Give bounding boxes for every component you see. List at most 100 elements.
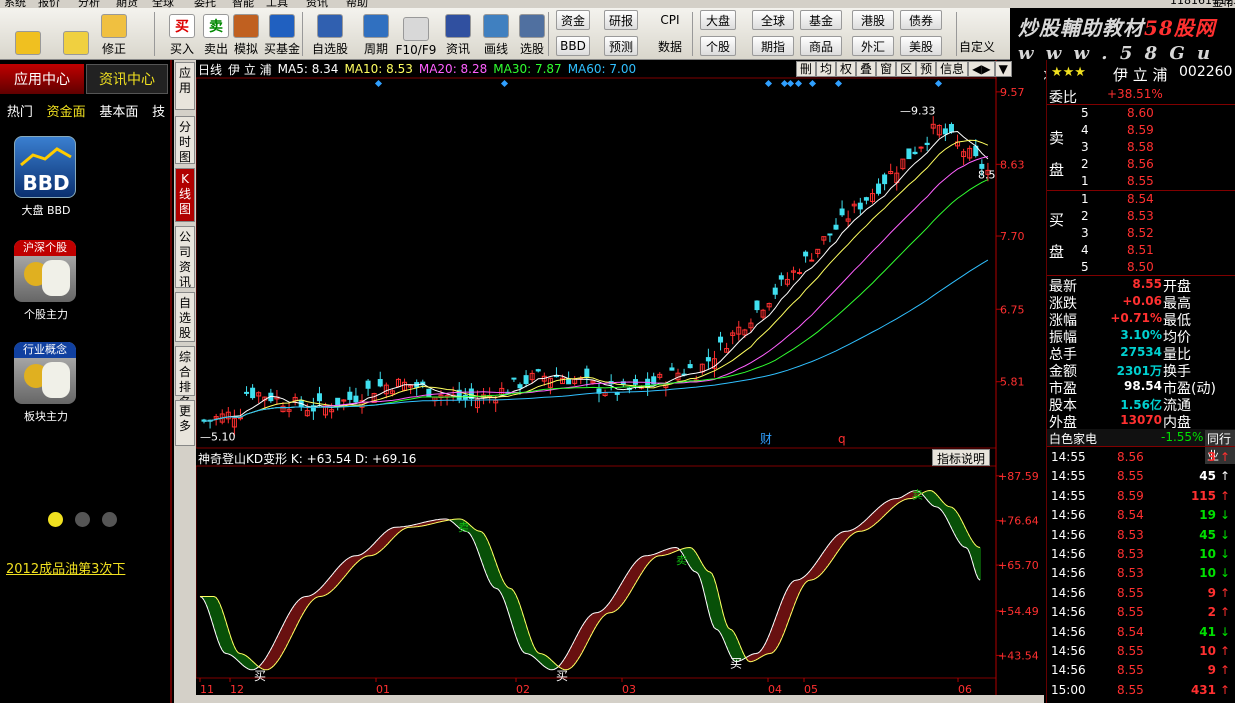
subtab-hot[interactable]: 热门 bbox=[7, 101, 33, 120]
menu-item[interactable]: 帮助 bbox=[346, 0, 368, 8]
menu-item[interactable]: 期货 bbox=[116, 0, 138, 8]
subtab-capital[interactable]: 资金面 bbox=[47, 101, 86, 120]
candle-body bbox=[566, 378, 572, 385]
pen-button[interactable]: 画线 bbox=[478, 8, 514, 60]
candle-body bbox=[906, 148, 912, 160]
ma20-label: MA20: 8.28 bbox=[418, 62, 488, 76]
menu-item[interactable]: 系统 bbox=[4, 0, 26, 8]
chart-area[interactable]: 9.57 8.63 7.70 6.75 5.81 —9.33 —5.10 8.5 财 q +87.5… bbox=[196, 60, 1044, 703]
toolbar-btn-13[interactable]: 外汇 bbox=[852, 36, 894, 56]
toolbar-btn-1[interactable]: 研报 bbox=[604, 10, 638, 30]
menu-item[interactable]: 委托 bbox=[194, 0, 216, 8]
toolbar-btn-10[interactable]: 个股 bbox=[700, 36, 736, 56]
toolbar-btn-8[interactable]: 港股 bbox=[852, 10, 894, 30]
menu-item[interactable]: 报价 bbox=[38, 0, 60, 8]
kline-tool-2[interactable]: 权 bbox=[836, 61, 857, 77]
ma60-label: MA60: 7.00 bbox=[567, 62, 637, 76]
sector-main-app[interactable]: 行业概念 板块主力 bbox=[14, 342, 78, 424]
toolbar-btn-14[interactable]: 美股 bbox=[900, 36, 942, 56]
tick-row: 14:56 8.53 10 ↓ bbox=[1047, 546, 1235, 563]
indicator-help-button[interactable]: 指标说明 bbox=[932, 449, 991, 466]
candle-body bbox=[833, 224, 839, 230]
tick-price: 8.53 bbox=[1117, 566, 1144, 581]
candle-body bbox=[754, 300, 760, 311]
last-price-label: 8.5 bbox=[978, 168, 996, 181]
tick-row: 14:55 8.59 115 ↑ bbox=[1047, 488, 1235, 505]
clock-button[interactable]: 周期 bbox=[358, 8, 394, 60]
refresh-button[interactable]: 修正 bbox=[96, 8, 132, 60]
carousel-dots[interactable] bbox=[48, 512, 117, 527]
toolbar-btn-5[interactable]: 大盘 bbox=[700, 10, 736, 30]
d-line bbox=[200, 489, 981, 671]
news-button[interactable]: 资讯 bbox=[440, 8, 476, 60]
vtab-0[interactable]: 应用 bbox=[175, 62, 195, 110]
tick-row: 14:55 8.55 45 ↑ bbox=[1047, 468, 1235, 485]
kline-tool-6[interactable]: 预 bbox=[916, 61, 937, 77]
back-arrow-button[interactable] bbox=[56, 8, 96, 60]
menu-item[interactable]: 金币 bbox=[1212, 0, 1234, 8]
hammer-button[interactable]: 模拟 bbox=[228, 8, 264, 60]
toolbar-btn-9[interactable]: 债券 bbox=[900, 10, 942, 30]
toolbar-label: 画线 bbox=[483, 42, 508, 56]
xue-button[interactable] bbox=[8, 8, 48, 60]
bottom-tabs[interactable] bbox=[196, 695, 1044, 703]
stock-main-app[interactable]: 沪深个股 个股主力 bbox=[14, 240, 78, 322]
kline-tool-0[interactable]: 刪 bbox=[796, 61, 817, 77]
vtab-6[interactable]: 更多 bbox=[175, 400, 195, 446]
buy-button[interactable]: 买买入 bbox=[164, 8, 200, 60]
sector-row[interactable]: 白色家电 -1.55% 同行业 bbox=[1047, 429, 1235, 464]
vtab-2[interactable]: K线图 bbox=[175, 168, 195, 222]
tick-row: 15:00 8.55 431 ↑ bbox=[1047, 682, 1235, 699]
candle-body bbox=[948, 124, 954, 133]
kline-tool-4[interactable]: 窗 bbox=[876, 61, 897, 77]
tab-info-center[interactable]: 资讯中心 bbox=[86, 64, 168, 94]
kline-tool-8[interactable]: ◀▶ bbox=[968, 61, 995, 77]
menu-item[interactable]: 资讯 bbox=[306, 0, 328, 8]
ask-level: 1 bbox=[1081, 174, 1089, 188]
vtab-4[interactable]: 自选股 bbox=[175, 292, 195, 342]
toolbar-btn-11[interactable]: 期指 bbox=[752, 36, 794, 56]
select-button[interactable]: 选股 bbox=[514, 8, 550, 60]
toolbar-btn-6[interactable]: 全球 bbox=[752, 10, 794, 30]
news-link[interactable]: 2012成品油第3次下 bbox=[6, 558, 125, 577]
fund-button[interactable]: 买基金 bbox=[264, 8, 300, 60]
menu-item[interactable]: 智能 bbox=[232, 0, 254, 8]
ask-level: 5 bbox=[1081, 106, 1089, 120]
kline-tool-3[interactable]: 叠 bbox=[856, 61, 877, 77]
ask-row: 3 8.58 bbox=[1047, 139, 1235, 156]
tick-time: 14:56 bbox=[1051, 585, 1086, 600]
star-folder-button[interactable]: 自选股 bbox=[312, 8, 348, 60]
candle-body bbox=[687, 364, 693, 369]
toolbar-label: 周期 bbox=[363, 42, 388, 56]
subtab-fundamental[interactable]: 基本面 bbox=[99, 101, 138, 120]
bbd-app[interactable]: BBD 大盘 BBD bbox=[14, 136, 78, 218]
kline-tool-5[interactable]: 区 bbox=[896, 61, 917, 77]
toolbar-btn-15[interactable]: 自定义 bbox=[958, 36, 996, 56]
menu-item[interactable]: 工具 bbox=[266, 0, 288, 8]
toolbar-btn-0[interactable]: 资金 bbox=[556, 10, 590, 30]
menu-item[interactable]: 分析 bbox=[78, 0, 100, 8]
toolbar-btn-7[interactable]: 基金 bbox=[800, 10, 842, 30]
toolbar-btn-4[interactable]: 数据 bbox=[652, 36, 688, 56]
toolbar-btn-12[interactable]: 商品 bbox=[800, 36, 842, 56]
menu-item[interactable]: 全球 bbox=[152, 0, 174, 8]
subtab-technical[interactable]: 技 bbox=[152, 101, 165, 120]
kline-tool-7[interactable]: 信息 bbox=[936, 61, 969, 77]
money-bag-icon: 行业概念 bbox=[14, 342, 76, 404]
doc-button[interactable]: F10/F9 bbox=[396, 8, 436, 60]
kline-tool-1[interactable]: 均 bbox=[816, 61, 837, 77]
toolbar-btn-3[interactable]: 预测 bbox=[604, 36, 638, 56]
tick-row: 14:56 8.55 2 ↑ bbox=[1047, 604, 1235, 621]
vtab-5[interactable]: 综合排名 bbox=[175, 346, 195, 409]
bid-level: 4 bbox=[1081, 243, 1089, 257]
tick-time: 14:56 bbox=[1051, 547, 1086, 561]
tick-price: 8.55 bbox=[1117, 644, 1144, 658]
kline-tool-9[interactable]: ▼ bbox=[994, 61, 1012, 77]
tab-app-center[interactable]: 应用中心 bbox=[0, 64, 84, 94]
vtab-3[interactable]: 公司资讯 bbox=[175, 226, 195, 289]
toolbar-btn-2[interactable]: BBD bbox=[556, 36, 590, 56]
vtab-1[interactable]: 分时图 bbox=[175, 116, 195, 164]
tick-time: 14:56 bbox=[1051, 566, 1086, 581]
candle-body bbox=[316, 393, 322, 402]
candle-body bbox=[857, 202, 863, 210]
